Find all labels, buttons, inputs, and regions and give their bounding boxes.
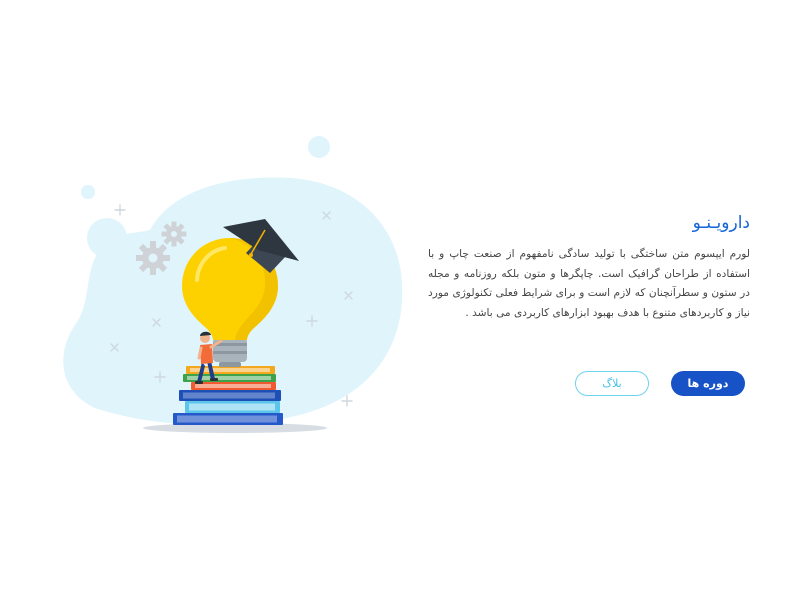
- page-title: دارویـنـو: [692, 213, 750, 233]
- page: دارویـنـو لورم ایپسوم متن ساختگی با تولی…: [0, 0, 800, 600]
- hero-description: لورم ایپسوم متن ساختگی با تولید سادگی نا…: [428, 248, 750, 319]
- blob-bubble-top: [308, 136, 330, 158]
- hero-illustration: [55, 130, 410, 440]
- blog-button[interactable]: بلاگ: [575, 371, 649, 396]
- courses-button[interactable]: دوره ها: [671, 371, 745, 396]
- blob-bubble-small: [81, 185, 95, 199]
- books-icon: [173, 366, 283, 425]
- blob-bubble-large: [87, 218, 127, 258]
- hero-content: دارویـنـو لورم ایپسوم متن ساختگی با تولی…: [428, 212, 750, 323]
